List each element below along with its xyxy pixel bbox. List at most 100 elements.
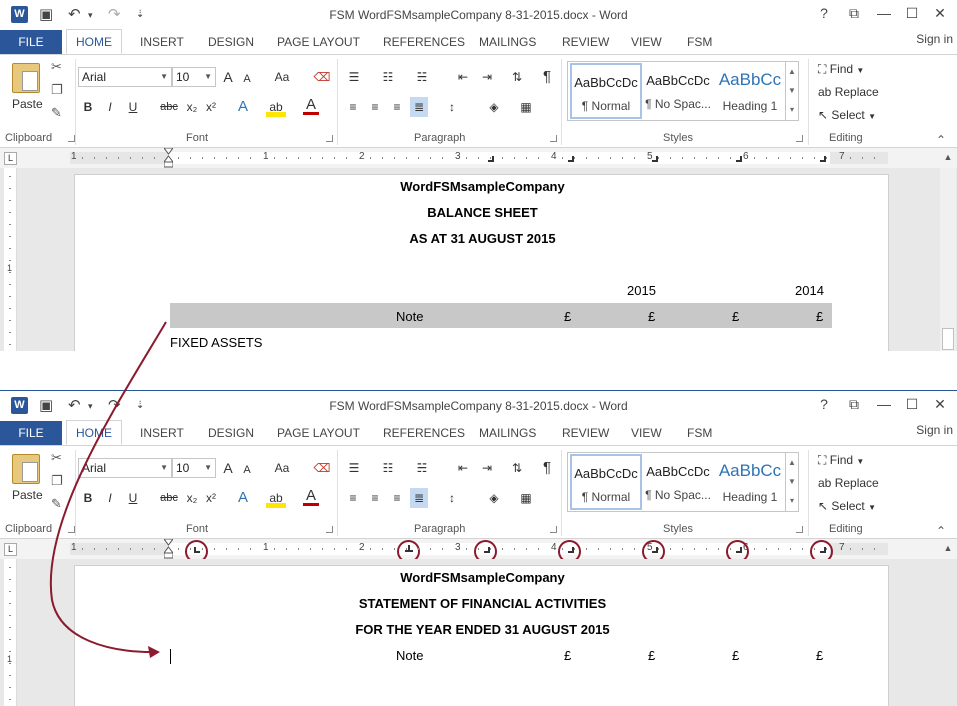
help-icon[interactable]: ?	[814, 396, 834, 412]
customize-qat-icon[interactable]: ⇣	[136, 400, 144, 411]
tab-file[interactable]: FILE	[0, 30, 62, 54]
chevron-up-icon[interactable]: ▲	[786, 62, 798, 81]
align-left-icon[interactable]: ≡	[344, 488, 362, 508]
tab-home[interactable]: HOME	[66, 29, 122, 54]
tab-review[interactable]: REVIEW	[562, 30, 609, 54]
more-icon[interactable]: ▾	[786, 491, 798, 510]
chevron-down-icon[interactable]: ▼	[786, 472, 798, 491]
replace-button[interactable]: ab Replace	[818, 476, 879, 490]
decrease-indent-icon[interactable]: ⇤	[454, 458, 472, 478]
scroll-up-icon[interactable]: ▲	[941, 150, 955, 164]
style-heading-1[interactable]: AaBbCc Heading 1	[714, 454, 786, 510]
style-normal[interactable]: AaBbCcDc ¶ Normal	[570, 63, 642, 119]
bullets-icon[interactable]: ☰	[344, 67, 364, 87]
undo-dropdown-icon[interactable]: ▾	[88, 401, 93, 412]
tab-home[interactable]: HOME	[66, 420, 122, 445]
document-page[interactable]: WordFSMsampleCompany BALANCE SHEET AS AT…	[74, 174, 889, 351]
style-no-spacing[interactable]: AaBbCcDc ¶ No Spac...	[642, 63, 714, 119]
tab-design[interactable]: DESIGN	[208, 30, 254, 54]
highlight-button[interactable]: ab	[266, 488, 286, 508]
maximize-icon[interactable]: ☐	[902, 396, 922, 413]
save-icon[interactable]: ▣	[39, 396, 53, 414]
collapse-ribbon-icon[interactable]: ⌃	[936, 524, 946, 538]
strikethrough-button[interactable]: abc	[158, 97, 180, 117]
borders-icon[interactable]: ▦	[516, 97, 536, 117]
copy-icon[interactable]: ❐	[51, 82, 63, 98]
multilevel-list-icon[interactable]: ☵	[412, 458, 432, 478]
tab-fsm[interactable]: FSM	[687, 421, 712, 445]
superscript-button[interactable]: x²	[203, 97, 219, 117]
tab-view[interactable]: VIEW	[631, 30, 662, 54]
paragraph-launcher-icon[interactable]	[550, 526, 557, 533]
clear-formatting-icon[interactable]: ⌫	[312, 458, 332, 478]
show-formatting-button[interactable]: ¶	[538, 67, 556, 87]
shrink-font-button[interactable]: A	[240, 460, 254, 480]
italic-button[interactable]: I	[102, 488, 118, 508]
increase-indent-icon[interactable]: ⇥	[478, 67, 496, 87]
save-icon[interactable]: ▣	[39, 5, 53, 23]
help-icon[interactable]: ?	[814, 5, 834, 21]
clipboard-launcher-icon[interactable]	[68, 135, 75, 142]
redo-icon[interactable]: ↷	[108, 5, 121, 23]
clear-formatting-icon[interactable]: ⌫	[312, 67, 332, 87]
vertical-scrollbar[interactable]	[940, 168, 956, 351]
paragraph-launcher-icon[interactable]	[550, 135, 557, 142]
ribbon-display-icon[interactable]: ⧉	[844, 396, 864, 413]
undo-icon[interactable]: ↶	[68, 5, 81, 23]
select-button[interactable]: ↖ Select ▼	[818, 108, 876, 122]
undo-dropdown-icon[interactable]: ▾	[88, 10, 93, 21]
change-case-button[interactable]: Aa	[270, 458, 294, 478]
text-effects-button[interactable]: A	[234, 488, 252, 508]
font-color-button[interactable]: A	[303, 488, 319, 506]
sign-in-link[interactable]: Sign in	[916, 421, 953, 439]
horizontal-ruler[interactable]: L 1 1 2 3 4 5 6 7 ▲	[0, 539, 957, 563]
undo-icon[interactable]: ↶	[68, 396, 81, 414]
customize-qat-icon[interactable]: ⇣	[136, 9, 144, 20]
chevron-down-icon[interactable]: ▼	[786, 81, 798, 100]
grow-font-button[interactable]: A	[220, 67, 236, 87]
subscript-button[interactable]: x₂	[184, 488, 200, 508]
style-no-spacing[interactable]: AaBbCcDc ¶ No Spac...	[642, 454, 714, 510]
ribbon-display-icon[interactable]: ⧉	[844, 5, 864, 22]
align-right-icon[interactable]: ≡	[388, 97, 406, 117]
subscript-button[interactable]: x₂	[184, 97, 200, 117]
sort-icon[interactable]: ⇅	[508, 458, 526, 478]
tab-fsm[interactable]: FSM	[687, 30, 712, 54]
borders-icon[interactable]: ▦	[516, 488, 536, 508]
redo-icon[interactable]: ↷	[108, 396, 121, 414]
paste-icon[interactable]	[12, 454, 40, 484]
justify-icon[interactable]: ≣	[410, 488, 428, 508]
right-tab-stop-icon[interactable]	[488, 156, 494, 162]
clipboard-launcher-icon[interactable]	[68, 526, 75, 533]
font-launcher-icon[interactable]	[326, 135, 333, 142]
tab-page-layout[interactable]: PAGE LAYOUT	[277, 421, 360, 445]
font-name-combo[interactable]: Arial ▼	[78, 67, 172, 87]
bullets-icon[interactable]: ☰	[344, 458, 364, 478]
text-effects-button[interactable]: A	[234, 97, 252, 117]
scroll-thumb[interactable]	[942, 328, 954, 350]
underline-button[interactable]: U	[124, 488, 142, 508]
align-center-icon[interactable]: ≡	[366, 488, 384, 508]
styles-scroll[interactable]: ▲ ▼ ▾	[785, 62, 798, 120]
font-size-combo[interactable]: 10 ▼	[172, 458, 216, 478]
tab-insert[interactable]: INSERT	[140, 421, 184, 445]
horizontal-ruler[interactable]: L 1 1 2 3 4 5 6 7 ▲	[0, 148, 957, 168]
replace-button[interactable]: ab Replace	[818, 85, 879, 99]
tab-view[interactable]: VIEW	[631, 421, 662, 445]
align-left-icon[interactable]: ≡	[344, 97, 362, 117]
superscript-button[interactable]: x²	[203, 488, 219, 508]
decrease-indent-icon[interactable]: ⇤	[454, 67, 472, 87]
maximize-icon[interactable]: ☐	[902, 5, 922, 22]
cut-icon[interactable]: ✂	[51, 59, 62, 75]
sign-in-link[interactable]: Sign in	[916, 30, 953, 48]
numbering-icon[interactable]: ☷	[378, 458, 398, 478]
multilevel-list-icon[interactable]: ☵	[412, 67, 432, 87]
collapse-ribbon-icon[interactable]: ⌃	[936, 133, 946, 147]
shrink-font-button[interactable]: A	[240, 69, 254, 89]
tab-mailings[interactable]: MAILINGS	[479, 421, 536, 445]
find-button[interactable]: ⛶ Find ▼	[818, 453, 864, 468]
underline-button[interactable]: U	[124, 97, 142, 117]
select-button[interactable]: ↖ Select ▼	[818, 499, 876, 513]
tab-selector-button[interactable]: L	[4, 152, 17, 165]
copy-icon[interactable]: ❐	[51, 473, 63, 489]
